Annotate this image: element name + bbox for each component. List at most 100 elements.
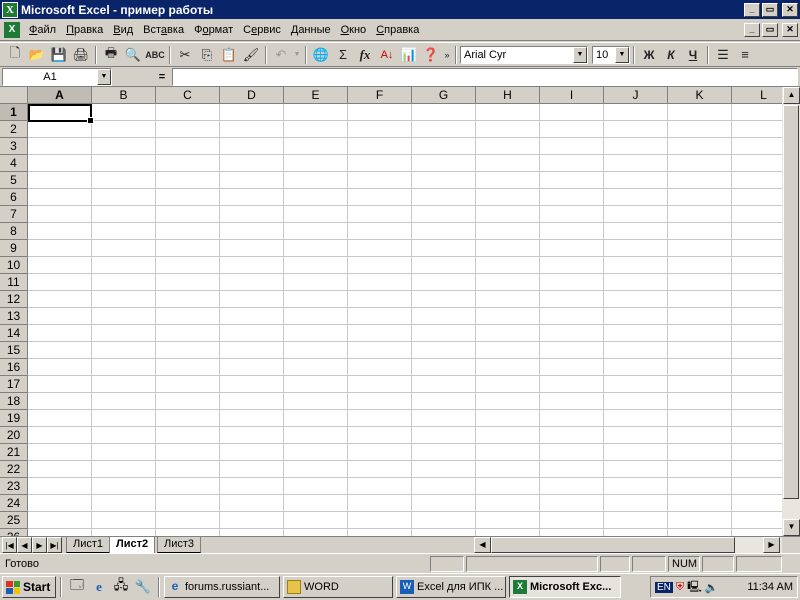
column-header-b[interactable]: B — [92, 87, 156, 104]
chevron-down-icon[interactable]: ▼ — [573, 46, 587, 63]
start-button[interactable]: Start — [2, 576, 56, 598]
close-button[interactable]: ✕ — [782, 2, 798, 17]
align-left-icon[interactable]: ☰ — [712, 44, 734, 66]
next-sheet-icon[interactable]: ▶ — [32, 537, 47, 553]
print-icon[interactable]: 🖶 — [100, 44, 122, 66]
sheet-tab-1[interactable]: Лист1 — [66, 537, 111, 553]
column-header-d[interactable]: D — [220, 87, 284, 104]
new-document-icon[interactable]: 🗋 — [4, 44, 26, 66]
sort-ascending-icon[interactable]: A↓ — [376, 44, 398, 66]
row-header-19[interactable]: 19 — [0, 410, 28, 427]
menu-tools[interactable]: Сервис — [238, 24, 286, 36]
select-all-corner[interactable] — [0, 87, 28, 104]
row-header-3[interactable]: 3 — [0, 138, 28, 155]
scroll-down-icon[interactable]: ▼ — [783, 519, 800, 536]
row-header-17[interactable]: 17 — [0, 376, 28, 393]
row-header-20[interactable]: 20 — [0, 427, 28, 444]
chart-wizard-icon[interactable]: 📊 — [398, 44, 420, 66]
column-header-l[interactable]: L — [732, 87, 782, 104]
row-header-22[interactable]: 22 — [0, 461, 28, 478]
help-icon[interactable]: ❓ — [420, 44, 442, 66]
menu-help[interactable]: Справка — [371, 24, 424, 36]
last-sheet-icon[interactable]: ▶| — [47, 537, 62, 553]
row-header-25[interactable]: 25 — [0, 512, 28, 529]
undo-dropdown-icon[interactable]: ▼ — [292, 44, 302, 66]
network-status-icon[interactable]: 🖳 — [687, 578, 702, 597]
vertical-scrollbar[interactable]: ▲ ▼ — [782, 87, 800, 537]
row-header-7[interactable]: 7 — [0, 206, 28, 223]
copy-icon[interactable]: ⎘ — [196, 44, 218, 66]
minimize-button[interactable]: _ — [744, 2, 760, 17]
menu-edit[interactable]: Правка — [61, 24, 108, 36]
row-header-6[interactable]: 6 — [0, 189, 28, 206]
task-word-excel-ipk[interactable]: W Excel для ИПК ... — [396, 576, 506, 598]
scroll-up-icon[interactable]: ▲ — [783, 87, 800, 104]
vertical-scroll-thumb[interactable] — [783, 105, 799, 499]
scroll-left-icon[interactable]: ◀ — [474, 537, 491, 553]
task-ie-forums[interactable]: e forums.russiant... — [164, 576, 280, 598]
cut-icon[interactable]: ✂ — [174, 44, 196, 66]
italic-button[interactable]: К — [660, 44, 682, 66]
undo-icon[interactable]: ↶ — [270, 44, 292, 66]
chevron-down-icon[interactable]: ▼ — [615, 46, 629, 63]
column-header-a[interactable]: A — [28, 87, 92, 104]
function-icon[interactable]: fx — [354, 44, 376, 66]
row-header-26[interactable]: 26 — [0, 529, 28, 536]
cells-area[interactable] — [28, 104, 782, 536]
row-header-15[interactable]: 15 — [0, 342, 28, 359]
internet-explorer-icon[interactable]: e — [88, 576, 110, 598]
show-desktop-icon[interactable]: 🗔 — [66, 576, 88, 598]
toolbar-options-icon[interactable]: » — [442, 44, 452, 66]
language-indicator[interactable]: EN — [655, 581, 673, 593]
menu-format[interactable]: Формат — [189, 24, 238, 36]
column-header-k[interactable]: K — [668, 87, 732, 104]
name-box[interactable]: A1 ▼ — [2, 67, 112, 86]
restore-button[interactable]: ▭ — [762, 2, 778, 17]
row-header-11[interactable]: 11 — [0, 274, 28, 291]
active-cell[interactable] — [28, 104, 94, 124]
doc-minimize-button[interactable]: _ — [744, 22, 760, 37]
excel-app-icon[interactable]: X — [2, 1, 18, 18]
print-preview-icon[interactable]: 🔍 — [122, 44, 144, 66]
save-icon[interactable]: 💾 — [48, 44, 70, 66]
column-header-j[interactable]: J — [604, 87, 668, 104]
row-header-18[interactable]: 18 — [0, 393, 28, 410]
format-painter-icon[interactable]: 🖌 — [240, 44, 262, 66]
menu-window[interactable]: Окно — [336, 24, 372, 36]
task-microsoft-excel[interactable]: X Microsoft Exc... — [509, 576, 621, 598]
column-header-e[interactable]: E — [284, 87, 348, 104]
chevron-down-icon[interactable]: ▼ — [97, 68, 111, 85]
prev-sheet-icon[interactable]: ◀ — [17, 537, 32, 553]
horizontal-scrollbar[interactable]: ◀ ▶ — [474, 537, 782, 553]
row-header-10[interactable]: 10 — [0, 257, 28, 274]
row-header-14[interactable]: 14 — [0, 325, 28, 342]
underline-button[interactable]: Ч — [682, 44, 704, 66]
column-header-i[interactable]: I — [540, 87, 604, 104]
doc-close-button[interactable]: ✕ — [782, 22, 798, 37]
first-sheet-icon[interactable]: |◀ — [2, 537, 17, 553]
font-size-select[interactable]: 10 ▼ — [592, 45, 630, 64]
menu-data[interactable]: Данные — [286, 24, 336, 36]
row-header-13[interactable]: 13 — [0, 308, 28, 325]
equals-button[interactable]: = — [152, 71, 172, 83]
row-header-21[interactable]: 21 — [0, 444, 28, 461]
align-center-icon[interactable]: ≡ — [734, 44, 756, 66]
clock[interactable]: 11:34 AM — [747, 581, 793, 593]
permissions-icon[interactable]: 🖨 — [70, 44, 92, 66]
network-icon[interactable]: 🖧 — [110, 576, 132, 598]
row-header-5[interactable]: 5 — [0, 172, 28, 189]
hyperlink-globe-icon[interactable]: 🌐 — [310, 44, 332, 66]
workbook-icon[interactable]: X — [4, 21, 20, 38]
sheet-tab-2[interactable]: Лист2 — [109, 537, 156, 553]
antivirus-icon[interactable]: ⛨ — [676, 581, 684, 594]
autosum-icon[interactable]: Σ — [332, 44, 354, 66]
bold-button[interactable]: Ж — [638, 44, 660, 66]
column-header-f[interactable]: F — [348, 87, 412, 104]
column-header-h[interactable]: H — [476, 87, 540, 104]
column-header-c[interactable]: C — [156, 87, 220, 104]
shortcut-icon[interactable]: 🔧 — [132, 576, 154, 598]
doc-restore-button[interactable]: ▭ — [762, 22, 778, 37]
font-name-select[interactable]: Arial Cyr ▼ — [460, 45, 588, 64]
row-header-9[interactable]: 9 — [0, 240, 28, 257]
row-header-1[interactable]: 1 — [0, 104, 28, 121]
